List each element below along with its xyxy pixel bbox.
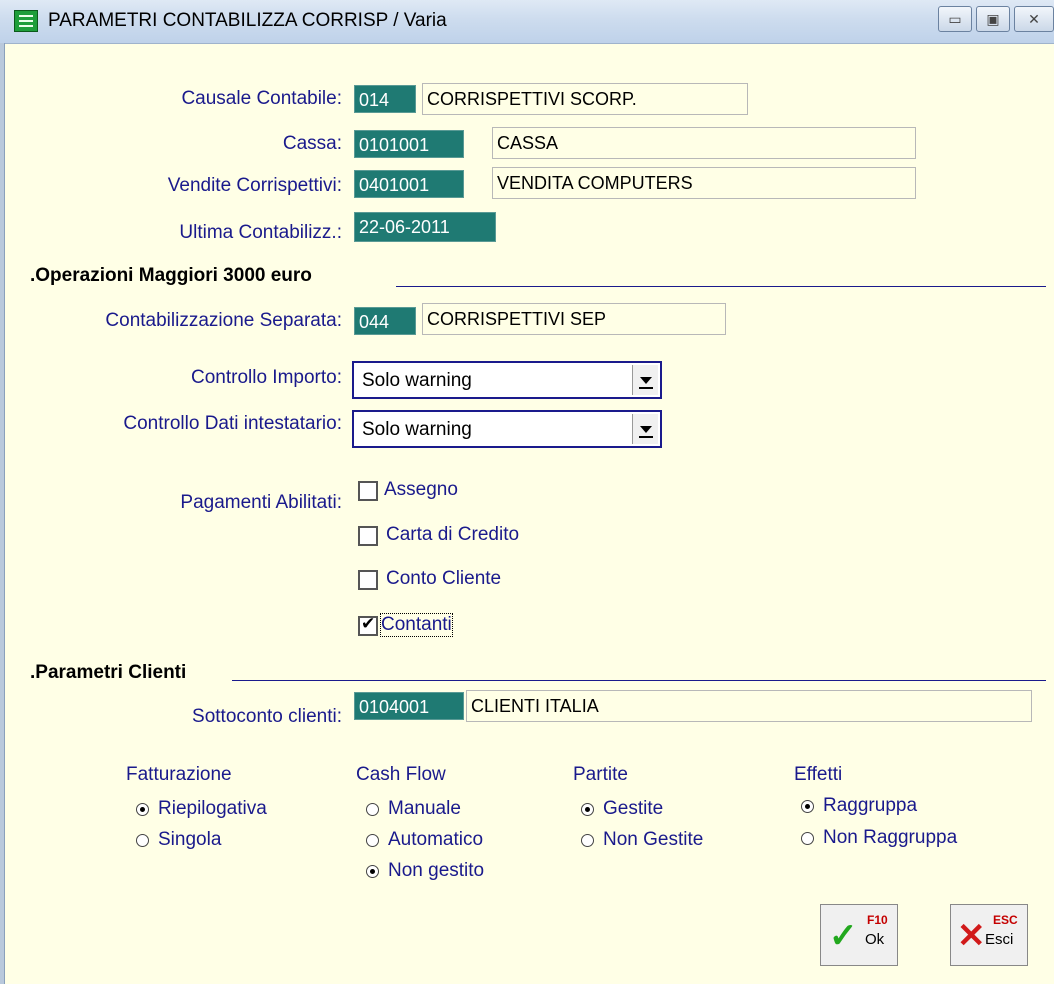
section-divider <box>396 286 1046 287</box>
conto-cliente-checkbox[interactable] <box>358 570 378 590</box>
controllo-dati-select[interactable]: Solo warning <box>352 410 662 448</box>
non-raggruppa-radio[interactable] <box>801 832 814 845</box>
esci-label: Esci <box>985 931 1014 948</box>
non-gestito-radio[interactable] <box>366 865 379 878</box>
esci-shortcut-key: ESC <box>993 913 1018 927</box>
cassa-label: Cassa: <box>282 133 342 154</box>
pagamenti-label: Pagamenti Abilitati: <box>180 492 342 513</box>
causale-code-field[interactable]: 014 <box>354 85 416 113</box>
manuale-radio[interactable] <box>366 803 379 816</box>
maximize-button[interactable]: ▣ <box>976 6 1010 32</box>
causale-desc-field[interactable]: CORRISPETTIVI SCORP. <box>422 83 748 115</box>
conto-cliente-label: Conto Cliente <box>386 568 502 589</box>
automatico-label: Automatico <box>388 829 484 850</box>
cashflow-group-title: Cash Flow <box>356 764 446 785</box>
separata-label: Contabilizzazione Separata: <box>105 310 342 331</box>
cassa-desc-field[interactable]: CASSA <box>492 127 916 159</box>
ultima-date-field: 22-06-2011 <box>354 212 496 242</box>
chevron-down-icon[interactable] <box>632 414 658 444</box>
non-gestite-radio[interactable] <box>581 834 594 847</box>
check-icon: ✓ <box>829 917 858 955</box>
manuale-label: Manuale <box>388 798 461 819</box>
singola-label: Singola <box>158 829 222 850</box>
vendite-code-field[interactable]: 0401001 <box>354 170 464 198</box>
vendite-label: Vendite Corrispettivi: <box>167 175 342 196</box>
controllo-importo-select[interactable]: Solo warning <box>352 361 662 399</box>
non-gestito-label: Non gestito <box>388 860 485 881</box>
raggruppa-label: Raggruppa <box>823 795 918 816</box>
section-operazioni-title: .Operazioni Maggiori 3000 euro <box>30 265 312 286</box>
carta-credito-label: Carta di Credito <box>386 524 520 545</box>
non-gestite-label: Non Gestite <box>603 829 704 850</box>
controllo-importo-label: Controllo Importo: <box>190 367 342 388</box>
separata-desc-field[interactable]: CORRISPETTIVI SEP <box>422 303 726 335</box>
section-clienti-title: .Parametri Clienti <box>30 662 187 683</box>
section-divider <box>232 680 1046 681</box>
ok-shortcut-key: F10 <box>867 913 888 927</box>
sottoconto-label: Sottoconto clienti: <box>192 706 342 727</box>
controllo-dati-label: Controllo Dati intestatario: <box>123 413 342 434</box>
gestite-radio[interactable] <box>581 803 594 816</box>
cassa-code-field[interactable]: 0101001 <box>354 130 464 158</box>
contanti-checkbox[interactable] <box>358 614 378 636</box>
fatturazione-group-title: Fatturazione <box>126 764 232 785</box>
sottoconto-desc-field[interactable]: CLIENTI ITALIA <box>466 690 1032 722</box>
raggruppa-radio[interactable] <box>801 800 814 813</box>
automatico-radio[interactable] <box>366 834 379 847</box>
non-raggruppa-label: Non Raggruppa <box>823 827 958 848</box>
carta-credito-checkbox[interactable] <box>358 526 378 546</box>
ultima-label: Ultima Contabilizz.: <box>179 222 342 243</box>
title-bar[interactable]: PARAMETRI CONTABILIZZA CORRISP / Varia ▭… <box>0 0 1054 44</box>
separata-code-field[interactable]: 044 <box>354 307 416 335</box>
sottoconto-code-field[interactable]: 0104001 <box>354 692 464 720</box>
chevron-down-icon[interactable] <box>632 365 658 395</box>
riepilogativa-label: Riepilogativa <box>158 798 267 819</box>
vendite-desc-field[interactable]: VENDITA COMPUTERS <box>492 167 916 199</box>
controllo-importo-value: Solo warning <box>362 370 472 391</box>
close-x-icon: ✕ <box>957 917 986 955</box>
assegno-checkbox[interactable] <box>358 481 378 501</box>
partite-group-title: Partite <box>573 764 628 785</box>
window-border <box>0 43 5 984</box>
controllo-dati-value: Solo warning <box>362 419 472 440</box>
maximize-icon: ▣ <box>986 11 1000 27</box>
ok-label: Ok <box>865 931 885 948</box>
singola-radio[interactable] <box>136 834 149 847</box>
assegno-label: Assegno <box>384 479 458 500</box>
window-title: PARAMETRI CONTABILIZZA CORRISP / Varia <box>48 10 447 31</box>
ok-button[interactable]: ✓ F10 Ok <box>820 904 898 966</box>
minimize-icon: ▭ <box>948 11 962 27</box>
riepilogativa-radio[interactable] <box>136 803 149 816</box>
dialog-window: PARAMETRI CONTABILIZZA CORRISP / Varia ▭… <box>0 0 1054 984</box>
contanti-label: Contanti <box>380 613 453 637</box>
close-icon: ✕ <box>1028 11 1040 27</box>
close-button[interactable]: ✕ <box>1014 6 1054 32</box>
minimize-button[interactable]: ▭ <box>938 6 972 32</box>
gestite-label: Gestite <box>603 798 664 819</box>
effetti-group-title: Effetti <box>794 764 843 785</box>
app-icon <box>14 10 38 32</box>
esci-button[interactable]: ✕ ESC Esci <box>950 904 1028 966</box>
causale-label: Causale Contabile: <box>181 88 342 109</box>
